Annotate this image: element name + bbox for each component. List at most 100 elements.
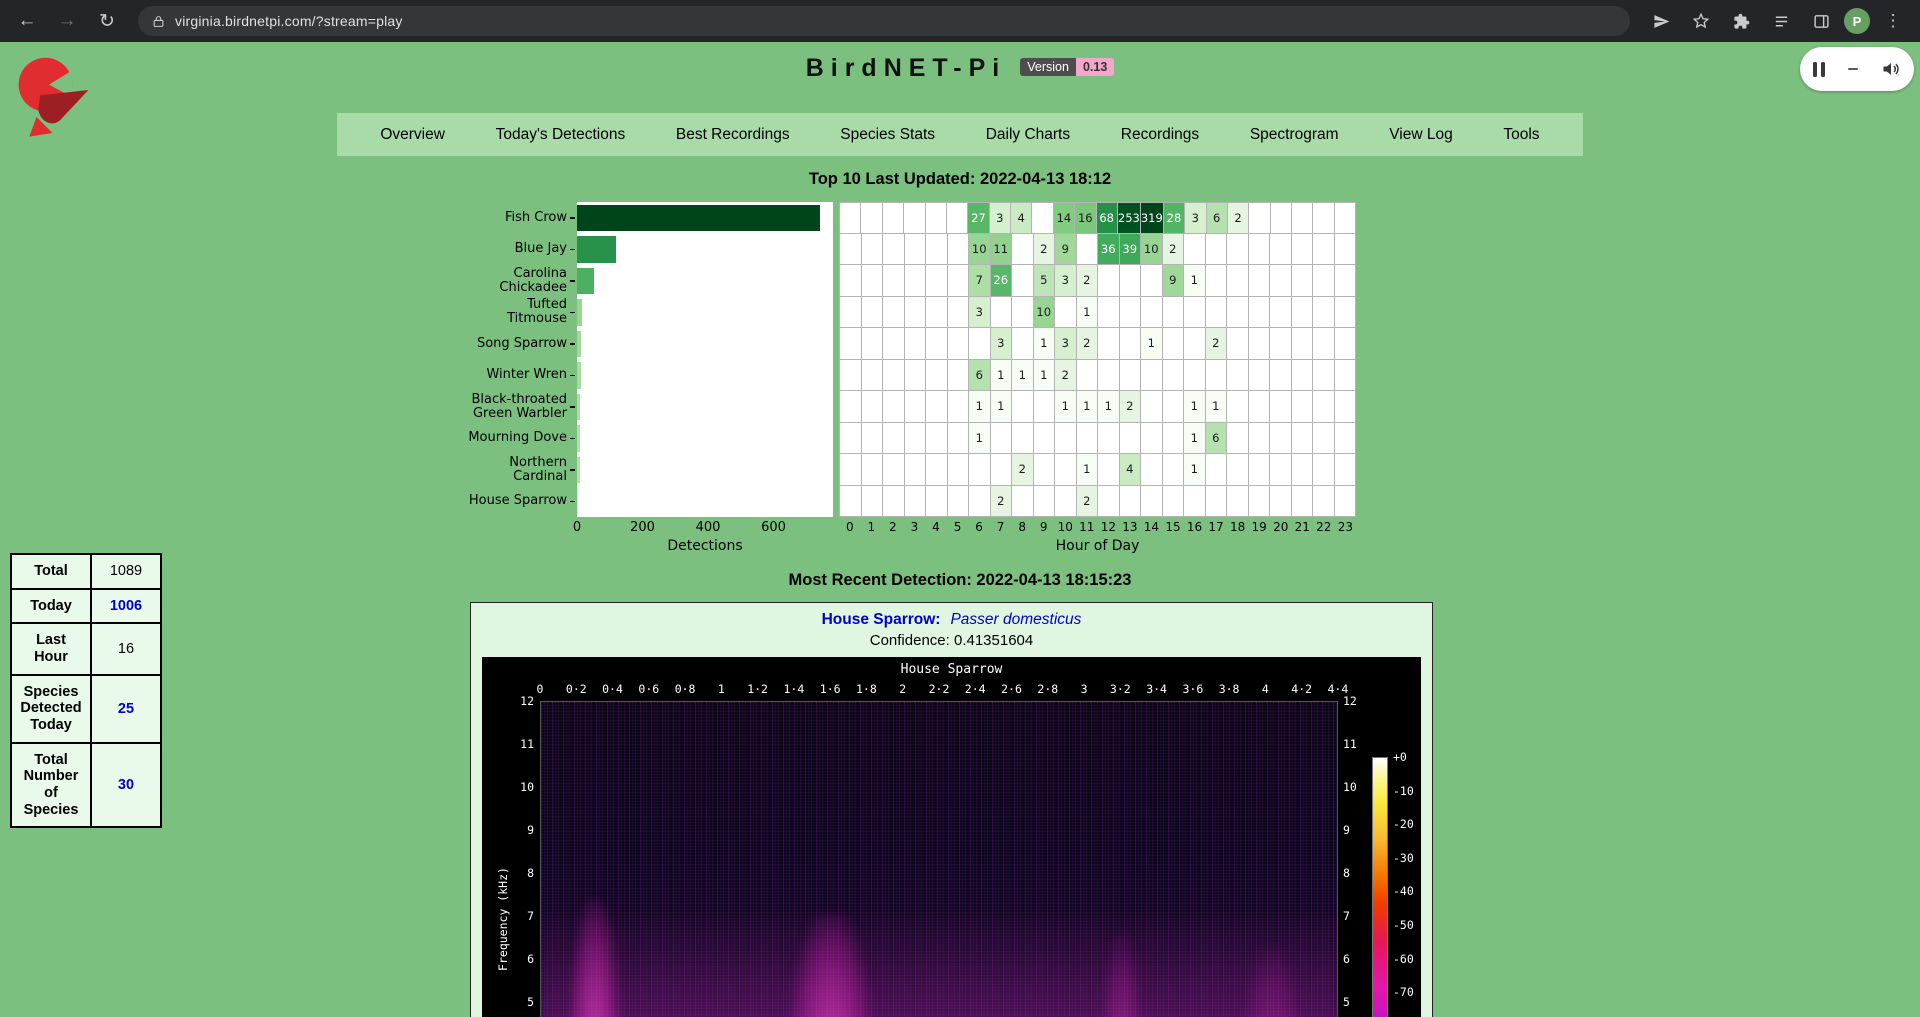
heatmap-cell: 11 [991,234,1013,266]
nav-item-overview[interactable]: Overview [380,126,445,144]
heatmap-cell [1313,234,1335,266]
freq-tick-label: 9 [1343,823,1375,837]
heatmap-cell [839,454,862,486]
spectrogram-title: House Sparrow [482,662,1421,677]
chart-row: Mourning Dove116 [467,423,1367,455]
heatmap-cell: 1 [1055,391,1077,423]
heatmap-cell [1271,202,1292,234]
hour-tick-label: 19 [1248,517,1270,534]
heatmap-cell [1270,234,1292,266]
heatmap-cell [1292,391,1314,423]
figure-rows: Fish Crow273414166825331928362Blue Jay10… [467,202,1367,517]
pause-button[interactable] [1813,62,1825,77]
species-label: Black-throated Green Warbler [467,391,577,423]
heatmap-cell [1206,454,1228,486]
heatmap-cell: 26 [991,265,1013,297]
nav-item-daily-charts[interactable]: Daily Charts [986,126,1070,144]
heatmap-cell [1012,234,1034,266]
heatmap-cell [1270,297,1292,329]
heatmap-cell [969,486,991,518]
back-button[interactable]: ← [10,4,44,38]
time-tick-label: 1 [718,682,725,696]
heatmap-cell: 4 [1011,202,1032,234]
stats-value-link[interactable]: 30 [91,743,161,828]
heatmap-cell [1249,328,1271,360]
extensions-icon[interactable] [1724,4,1758,38]
heatmap-cell [926,328,948,360]
time-tick-label: 2·6 [1001,682,1022,696]
heatmap-cell [1206,297,1228,329]
url-bar[interactable]: virginia.birdnetpi.com/?stream=play [138,6,1630,36]
stats-value-link[interactable]: 25 [91,675,161,743]
nav-item-best-recordings[interactable]: Best Recordings [676,126,790,144]
heatmap-cell [1184,486,1206,518]
heatmap-cell [1292,423,1314,455]
heatmap-cell [948,265,970,297]
nav-item-tools[interactable]: Tools [1503,126,1539,144]
bar-plot-cell [577,360,833,392]
heatmap-cell: 319 [1141,202,1164,234]
heatmap-cell [839,360,862,392]
heatmap-cell [839,423,862,455]
forward-button[interactable]: → [50,4,84,38]
time-tick-label: 4·2 [1291,682,1312,696]
reading-list-icon[interactable] [1764,4,1798,38]
hour-axis-label: Hour of Day [839,537,1356,554]
heatmap-cell [1141,454,1163,486]
detection-species-link[interactable]: House Sparrow:Passer domesticus [822,611,1082,629]
heatmap-cell: 4 [1120,454,1142,486]
heatmap-cell [905,391,927,423]
heatmap-cell [1335,234,1357,266]
heatmap-cell [1077,423,1099,455]
bookmark-star-icon[interactable] [1684,4,1718,38]
heatmap-cell [1034,486,1056,518]
time-tick-label: 1·6 [820,682,841,696]
heatmap-cell [862,360,884,392]
heatmap-cell [1313,360,1335,392]
hour-tick-label: 20 [1270,517,1292,534]
detections-bar [577,299,582,326]
heatmap-cell: 1 [1184,454,1206,486]
lock-icon[interactable] [152,15,165,28]
nav-item-recordings[interactable]: Recordings [1121,126,1199,144]
y-tick [570,375,575,377]
time-tick-label: 0·2 [566,682,587,696]
heatmap-cell [1034,423,1056,455]
version-badge: Version 0.13 [1020,58,1114,76]
stats-value-link[interactable]: 1006 [91,589,161,624]
heatmap-cell [926,391,948,423]
heatmap-cell [1249,423,1271,455]
heatmap-cell [1249,234,1271,266]
volume-button[interactable] [1881,59,1901,79]
heatmap-cell [1163,328,1185,360]
time-tick-label: 0 [537,682,544,696]
nav-item-spectrogram[interactable]: Spectrogram [1250,126,1339,144]
heatmap-cell [1163,391,1185,423]
heatmap-cell [862,265,884,297]
heatmap-cell: 2 [1012,454,1034,486]
nav-item-view-log[interactable]: View Log [1389,126,1452,144]
x-tick-label: 200 [630,520,655,535]
top10-figure: Fish Crow273414166825331928362Blue Jay10… [467,202,1367,557]
refresh-button[interactable]: ↻ [90,4,124,38]
profile-avatar[interactable]: P [1844,8,1870,34]
heatmap-cell [1249,360,1271,392]
heatmap-cell: 1 [1077,391,1099,423]
heatmap-cell [905,486,927,518]
heatmap-cell: 2 [1120,391,1142,423]
heatmap-cell [1270,391,1292,423]
hour-tick-label: 0 [839,517,861,534]
spectrogram: House Sparrow Frequency (kHz) 00·20·40·6… [482,657,1421,1017]
nav-item-species-stats[interactable]: Species Stats [840,126,935,144]
heatmap-cell [862,234,884,266]
db-tick-label: +0 [1393,750,1407,764]
version-badge-value: 0.13 [1076,58,1114,76]
heatmap-cell [1270,328,1292,360]
freq-tick-label: 10 [1343,780,1375,794]
side-panel-icon[interactable] [1804,4,1838,38]
detections-axis-label: Detections [577,537,833,554]
heatmap-cell [1055,297,1077,329]
nav-item-today-s-detections[interactable]: Today's Detections [496,126,626,144]
share-icon[interactable] [1644,4,1678,38]
menu-icon[interactable]: ⋮ [1876,4,1910,38]
